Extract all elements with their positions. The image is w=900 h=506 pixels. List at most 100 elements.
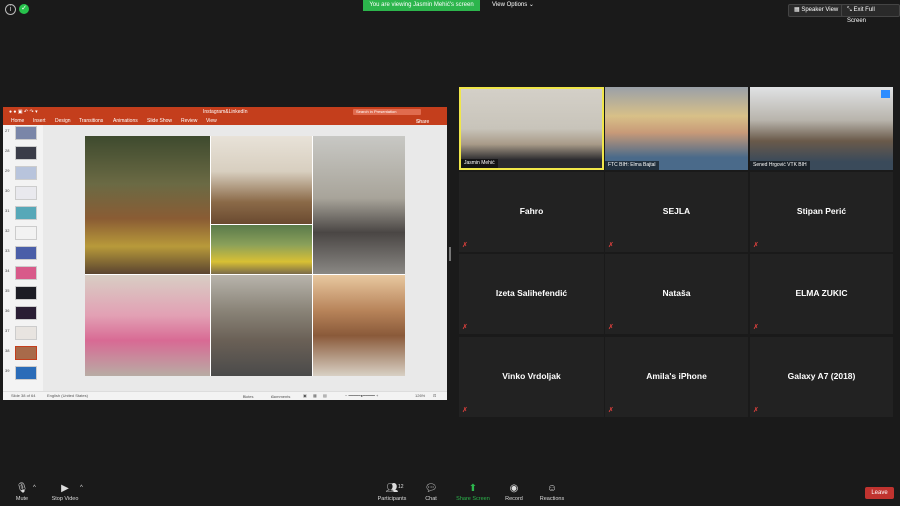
slide-thumb[interactable]: 28 [3,145,43,163]
view-options-label: View Options [492,2,528,8]
zoom-slider[interactable]: − ━━━━━●━━━━━ + [345,393,378,398]
ppt-ribbon-tabs: Home Insert Design Transitions Animation… [3,117,447,125]
speaker-view-label: Speaker View [801,7,839,13]
thumb-number: 36 [5,308,10,313]
tab-animations[interactable]: Animations [113,118,138,124]
grid-icon: ▦ [794,7,800,13]
participant-tile[interactable]: SEJLA ✗ [605,172,748,252]
thumb-number: 37 [5,328,10,333]
tab-home[interactable]: Home [11,118,24,124]
photo-pink-mannequin [85,275,210,376]
tab-insert[interactable]: Insert [33,118,46,124]
participant-tile[interactable]: Izeta Salihefendić ✗ [459,254,604,334]
fit-slide-icon[interactable]: ⊡ [433,393,436,398]
smiley-plus-icon: ☺ [546,483,558,494]
thumb-image [15,266,37,280]
ppt-status-bar: Slide 38 of 64 English (United States) ≡… [3,391,447,400]
record-label: Record [505,496,523,502]
chat-button[interactable]: 💬︎ Chat [421,484,441,503]
tab-view[interactable]: View [206,118,217,124]
normal-view-icon[interactable]: ▣ [303,393,307,398]
reactions-button[interactable]: ☺ Reactions [538,483,566,503]
thumb-image [15,286,37,300]
share-screen-button[interactable]: ⬆ Share Screen [454,484,492,503]
participant-name: ELMA ZUKIC [795,288,848,298]
splitter-handle[interactable] [449,247,451,261]
view-options-button[interactable]: View Options ⌄ [487,0,539,11]
thumb-image [15,126,37,140]
slide-thumb-selected[interactable]: 38 [3,345,43,363]
reading-view-icon[interactable]: ▤ [323,393,327,398]
mic-muted-icon: ✗ [753,324,759,331]
mic-muted-icon: ✗ [608,407,614,414]
photo-kitchen-shelves [211,136,312,224]
photo-lounge-sofa [313,275,405,376]
tab-review[interactable]: Review [181,118,197,124]
shared-screen-powerpoint: ● ● ▣ ↶ ↷ ▾ Instagram&LinkedIn Search in… [3,107,447,400]
tab-transitions[interactable]: Transitions [79,118,103,124]
mic-muted-icon: ✗ [462,324,468,331]
exit-full-screen-button[interactable]: ⤡ Exit Full Screen [841,4,900,24]
slide-thumb[interactable]: 36 [3,305,43,323]
thumb-number: 27 [5,128,10,133]
leave-button[interactable]: Leave [865,487,894,499]
video-tile-elma-bajtal[interactable]: FTC BIH: Elma Bajtal [605,87,748,170]
tab-slide-show[interactable]: Slide Show [147,118,172,124]
mic-muted-icon: ✗ [608,324,614,331]
slide-thumb[interactable]: 31 [3,205,43,223]
slide-thumb[interactable]: 32 [3,225,43,243]
stop-video-button[interactable]: ▶ Stop Video [49,484,81,503]
participant-label: FTC BIH: Elma Bajtal [605,161,659,170]
mic-muted-icon: ✗ [608,242,614,249]
video-options-chevron-icon[interactable]: ^ [80,485,83,491]
speaker-view-button[interactable]: ▦ Speaker View [788,4,845,17]
photo-yellow-chairs [211,225,312,274]
ppt-search-input[interactable]: Search in Presentation [353,109,421,115]
thumb-number: 31 [5,208,10,213]
video-tile-sened-hrgovic[interactable]: Sened Hrgović VTK BIH [750,87,893,170]
slide-thumb[interactable]: 33 [3,245,43,263]
tab-design[interactable]: Design [55,118,71,124]
pin-icon[interactable] [881,90,890,98]
info-icon[interactable]: i [5,4,16,15]
record-button[interactable]: ◉ Record [502,483,526,503]
slide-photo-collage [85,136,405,376]
participants-button[interactable]: 👥︎ Participants [374,484,410,503]
slide-thumb[interactable]: 39 [3,365,43,383]
participant-tile[interactable]: Amila's iPhone ✗ [605,337,748,417]
participant-name: Izeta Salihefendić [495,288,568,298]
participant-name: Vinko Vrdoljak [502,371,561,381]
thumb-image [15,306,37,320]
thumb-number: 39 [5,368,10,373]
participant-tile[interactable]: Fahro ✗ [459,172,604,252]
slide-thumb[interactable]: 27 [3,125,43,143]
participant-tile[interactable]: ELMA ZUKIC ✗ [750,254,893,334]
slide-thumb[interactable]: 34 [3,265,43,283]
shield-check-icon[interactable]: ✓ [19,4,29,14]
video-tile-jasmin[interactable]: Jasmin Mehić [459,87,604,170]
participant-name: Stipan Perić [796,206,847,216]
mute-button[interactable]: 🎙︎ Mute [12,484,32,503]
chat-label: Chat [425,496,437,502]
slide-thumb[interactable]: 30 [3,185,43,203]
participant-tile[interactable]: Nataša ✗ [605,254,748,334]
participant-tile[interactable]: Stipan Perić ✗ [750,172,893,252]
viewing-banner: You are viewing Jasmin Mehić's screen [363,0,480,11]
exit-full-screen-label: Exit Full Screen [847,7,875,24]
thumb-image [15,166,37,180]
thumb-image [15,186,37,200]
thumb-number: 34 [5,268,10,273]
thumb-image [15,346,37,360]
mic-muted-icon: ✗ [753,242,759,249]
mute-options-chevron-icon[interactable]: ^ [33,485,36,491]
thumb-number: 32 [5,228,10,233]
status-slide-count: Slide 38 of 64 [11,393,36,398]
participant-name: Galaxy A7 (2018) [787,371,856,381]
slide-thumb[interactable]: 29 [3,165,43,183]
slide-thumb[interactable]: 37 [3,325,43,343]
slide-thumb[interactable]: 35 [3,285,43,303]
participant-tile[interactable]: Vinko Vrdoljak ✗ [459,337,604,417]
sorter-view-icon[interactable]: ▦ [313,393,317,398]
record-icon: ◉ [509,483,519,494]
participant-tile[interactable]: Galaxy A7 (2018) ✗ [750,337,893,417]
